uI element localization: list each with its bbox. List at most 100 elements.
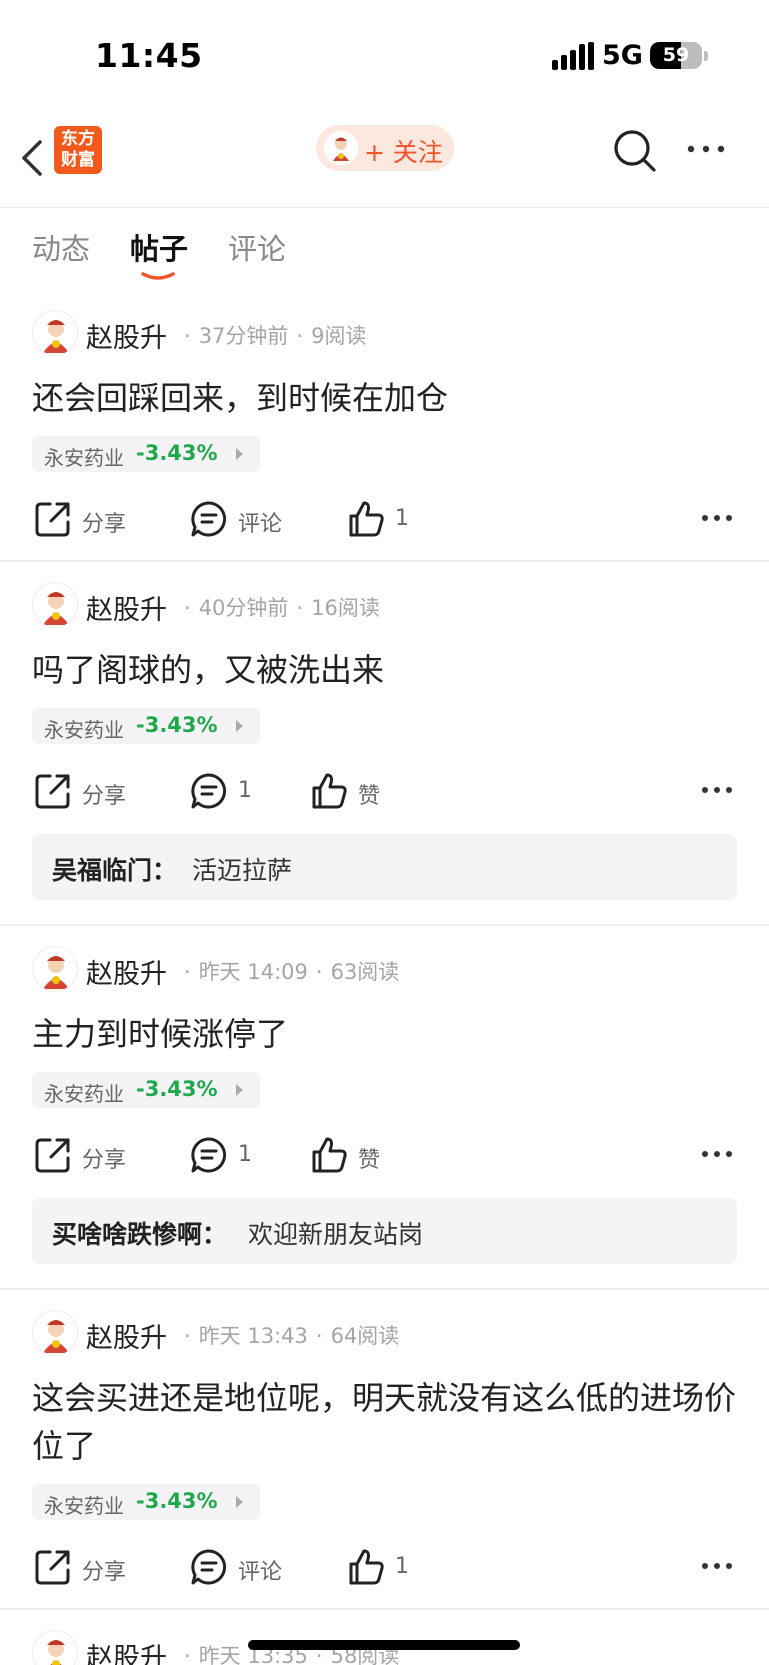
tab-posts[interactable]: 帖子 [130, 226, 188, 268]
stock-name: 永安药业 [44, 718, 124, 742]
post-item[interactable]: 赵股升 · 40分钟前 · 16阅读 吗了阁球的，又被洗出来 永安药业 -3.43% … [0, 562, 769, 926]
follow-button[interactable]: + 关注 [316, 125, 454, 171]
logo-line1: 东方 [61, 129, 95, 149]
post-reads: 63阅读 [330, 960, 400, 984]
share-button[interactable]: 分享 [34, 1130, 144, 1180]
post-actions: 分享 1 赞 [0, 766, 769, 816]
post-more-icon[interactable] [700, 506, 734, 530]
share-icon [35, 1550, 70, 1585]
logo-line2: 财富 [61, 150, 95, 170]
post-text[interactable]: 这会买进还是地位呢，明天就没有这么低的进场价位了 [32, 1374, 737, 1470]
avatar-icon [43, 592, 69, 625]
stock-name: 永安药业 [44, 446, 124, 470]
post-text[interactable]: 主力到时候涨停了 [32, 1010, 737, 1058]
post-time: 40分钟前 [198, 596, 289, 620]
stock-tag[interactable]: 永安药业 -3.43% [32, 708, 260, 744]
author-avatar[interactable] [32, 1310, 78, 1356]
search-icon[interactable] [612, 124, 658, 176]
thumbs-up-icon [349, 1549, 384, 1585]
reply-user[interactable]: 吴福临门： [52, 851, 177, 887]
post-meta: · 37分钟前 · 9阅读 [184, 324, 367, 348]
share-icon [35, 774, 70, 809]
author-name[interactable]: 赵股升 [86, 316, 167, 355]
post-more-icon[interactable] [700, 778, 734, 802]
thumbs-up-icon [312, 1137, 347, 1173]
like-button[interactable]: 赞 [310, 766, 400, 816]
avatar-icon [43, 320, 69, 353]
like-button[interactable]: 1 [347, 1542, 437, 1592]
tab-comments[interactable]: 评论 [228, 226, 286, 268]
post-item[interactable]: 赵股升 · 昨天 13:43 · 64阅读 这会买进还是地位呢，明天就没有这么低的进场… [0, 1290, 769, 1610]
post-item[interactable]: 赵股升 · 37分钟前 · 9阅读 还会回踩回来，到时候在加仓 永安药业 -3.43%… [0, 290, 769, 562]
comment-button[interactable]: 1 [190, 766, 270, 816]
post-meta: · 昨天 14:09 · 63阅读 [184, 960, 400, 984]
stock-change: -3.43% [136, 713, 218, 737]
post-header: 赵股升 · 昨天 14:09 · 63阅读 [32, 946, 732, 992]
author-name[interactable]: 赵股升 [86, 1636, 167, 1665]
author-avatar[interactable] [32, 310, 78, 356]
post-more-icon[interactable] [700, 1142, 734, 1166]
author-avatar[interactable] [32, 946, 78, 992]
author-avatar[interactable] [32, 582, 78, 628]
tab-bar: 动态 帖子 评论 [0, 210, 769, 280]
like-button[interactable]: 1 [347, 494, 437, 544]
share-button[interactable]: 分享 [34, 766, 144, 816]
follow-label: + 关注 [364, 138, 443, 167]
post-reads: 64阅读 [330, 1324, 400, 1348]
comment-label: 评论 [238, 1560, 283, 1585]
post-feed: 赵股升 · 37分钟前 · 9阅读 还会回踩回来，到时候在加仓 永安药业 -3.43%… [0, 290, 769, 1665]
post-time: 昨天 13:43 [198, 1324, 308, 1348]
reply-user[interactable]: 买啥啥跌惨啊： [52, 1215, 227, 1251]
comment-button[interactable]: 评论 [190, 494, 300, 544]
author-name[interactable]: 赵股升 [86, 588, 167, 627]
comment-icon [191, 773, 227, 809]
post-header: 赵股升 · 40分钟前 · 16阅读 [32, 582, 732, 628]
author-name[interactable]: 赵股升 [86, 952, 167, 991]
post-actions: 分享 评论 1 [0, 1542, 769, 1592]
play-arrow-icon [236, 720, 243, 732]
stock-tag[interactable]: 永安药业 -3.43% [32, 436, 260, 472]
comment-button[interactable]: 1 [190, 1130, 270, 1180]
share-label: 分享 [82, 1148, 127, 1173]
post-item[interactable]: 赵股升 · 昨天 13:35 · 58阅读 [0, 1610, 769, 1665]
comment-button[interactable]: 评论 [190, 1542, 300, 1592]
stock-name: 永安药业 [44, 1494, 124, 1518]
share-label: 分享 [82, 1560, 127, 1585]
reply-preview[interactable]: 吴福临门： 活迈拉萨 [32, 834, 737, 900]
battery-icon: 59 [650, 42, 702, 69]
comment-icon [191, 1137, 227, 1173]
comment-icon [191, 1549, 227, 1585]
post-time: 昨天 14:09 [198, 960, 308, 984]
post-meta: · 40分钟前 · 16阅读 [184, 596, 380, 620]
stock-change: -3.43% [136, 1489, 218, 1513]
post-item[interactable]: 赵股升 · 昨天 14:09 · 63阅读 主力到时候涨停了 永安药业 -3.43% … [0, 926, 769, 1290]
back-arrow-icon[interactable] [18, 130, 48, 186]
avatar-icon [43, 956, 69, 989]
like-button[interactable]: 赞 [310, 1130, 400, 1180]
active-tab-indicator [141, 272, 175, 280]
post-text[interactable]: 还会回踩回来，到时候在加仓 [32, 374, 737, 422]
comment-label: 评论 [238, 512, 283, 537]
post-more-icon[interactable] [700, 1554, 734, 1578]
play-arrow-icon [236, 1496, 243, 1508]
home-indicator [248, 1640, 520, 1650]
stock-tag[interactable]: 永安药业 -3.43% [32, 1484, 260, 1520]
app-logo[interactable]: 东方 财富 [54, 126, 102, 174]
share-label: 分享 [82, 512, 127, 537]
tab-dynamics[interactable]: 动态 [32, 226, 90, 268]
stock-tag[interactable]: 永安药业 -3.43% [32, 1072, 260, 1108]
share-button[interactable]: 分享 [34, 1542, 144, 1592]
more-icon[interactable] [686, 132, 726, 166]
share-label: 分享 [82, 784, 127, 809]
battery-cap [704, 51, 708, 61]
reply-preview[interactable]: 买啥啥跌惨啊： 欢迎新朋友站岗 [32, 1198, 737, 1264]
post-actions: 分享 评论 1 [0, 494, 769, 544]
post-text[interactable]: 吗了阁球的，又被洗出来 [32, 646, 737, 694]
nav-bar: 东方 财富 + 关注 [0, 112, 769, 208]
author-avatar[interactable] [32, 1630, 78, 1665]
share-button[interactable]: 分享 [34, 494, 144, 544]
author-name[interactable]: 赵股升 [86, 1316, 167, 1355]
battery-percent: 59 [662, 44, 690, 66]
post-header: 赵股升 · 37分钟前 · 9阅读 [32, 310, 732, 356]
stock-change: -3.43% [136, 1077, 218, 1101]
